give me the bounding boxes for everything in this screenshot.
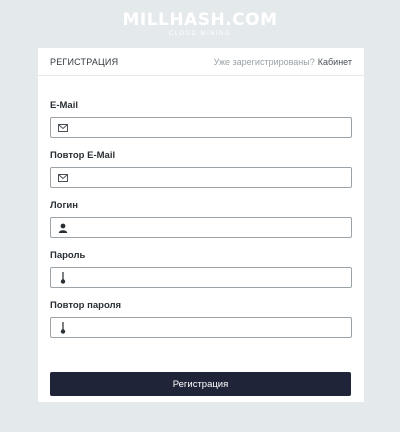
login-label: Логин xyxy=(50,200,79,211)
card-header: РЕГИСТРАЦИЯ Уже зарегистрированы? Кабинет xyxy=(38,48,364,76)
password-repeat-field[interactable] xyxy=(50,317,352,338)
email-repeat-input[interactable] xyxy=(75,168,351,187)
logo: MILLHASH.COM CLOUD MINING xyxy=(0,10,400,38)
email-field[interactable] xyxy=(50,117,352,138)
password-input[interactable] xyxy=(75,268,351,287)
password-label: Пароль xyxy=(50,250,86,261)
login-field[interactable] xyxy=(50,217,352,238)
registration-card: РЕГИСТРАЦИЯ Уже зарегистрированы? Кабинет… xyxy=(38,48,364,402)
cabinet-link[interactable]: Кабинет xyxy=(318,57,352,67)
password-repeat-label: Повтор пароля xyxy=(50,300,122,311)
email-label: E-Mail xyxy=(50,100,78,111)
login-input[interactable] xyxy=(75,218,351,237)
login-prompt-text: Уже зарегистрированы? xyxy=(213,56,315,67)
password-field[interactable] xyxy=(50,267,352,288)
email-repeat-label: Повтор E-Mail xyxy=(50,150,116,161)
logo-title: MILLHASH.COM xyxy=(122,10,278,30)
password-repeat-input[interactable] xyxy=(75,318,351,337)
email-input[interactable] xyxy=(75,118,351,137)
page-title: РЕГИСТРАЦИЯ xyxy=(50,56,119,67)
key-icon xyxy=(51,318,75,337)
email-repeat-field[interactable] xyxy=(50,167,352,188)
key-icon xyxy=(51,268,75,287)
user-icon xyxy=(51,218,75,237)
login-field-group: Логин xyxy=(50,200,352,238)
envelope-icon xyxy=(51,118,75,137)
password-repeat-field-group: Повтор пароля xyxy=(50,300,352,338)
login-prompt: Уже зарегистрированы? Кабинет xyxy=(214,57,352,67)
logo-tagline: CLOUD MINING xyxy=(168,31,232,37)
registration-form: E-Mail Повтор E-Mail Логин Пароль Повтор… xyxy=(38,76,364,396)
register-button[interactable]: Регистрация xyxy=(50,372,351,396)
password-field-group: Пароль xyxy=(50,250,352,288)
email-repeat-field-group: Повтор E-Mail xyxy=(50,150,352,188)
envelope-icon xyxy=(51,168,75,187)
email-field-group: E-Mail xyxy=(50,100,352,138)
